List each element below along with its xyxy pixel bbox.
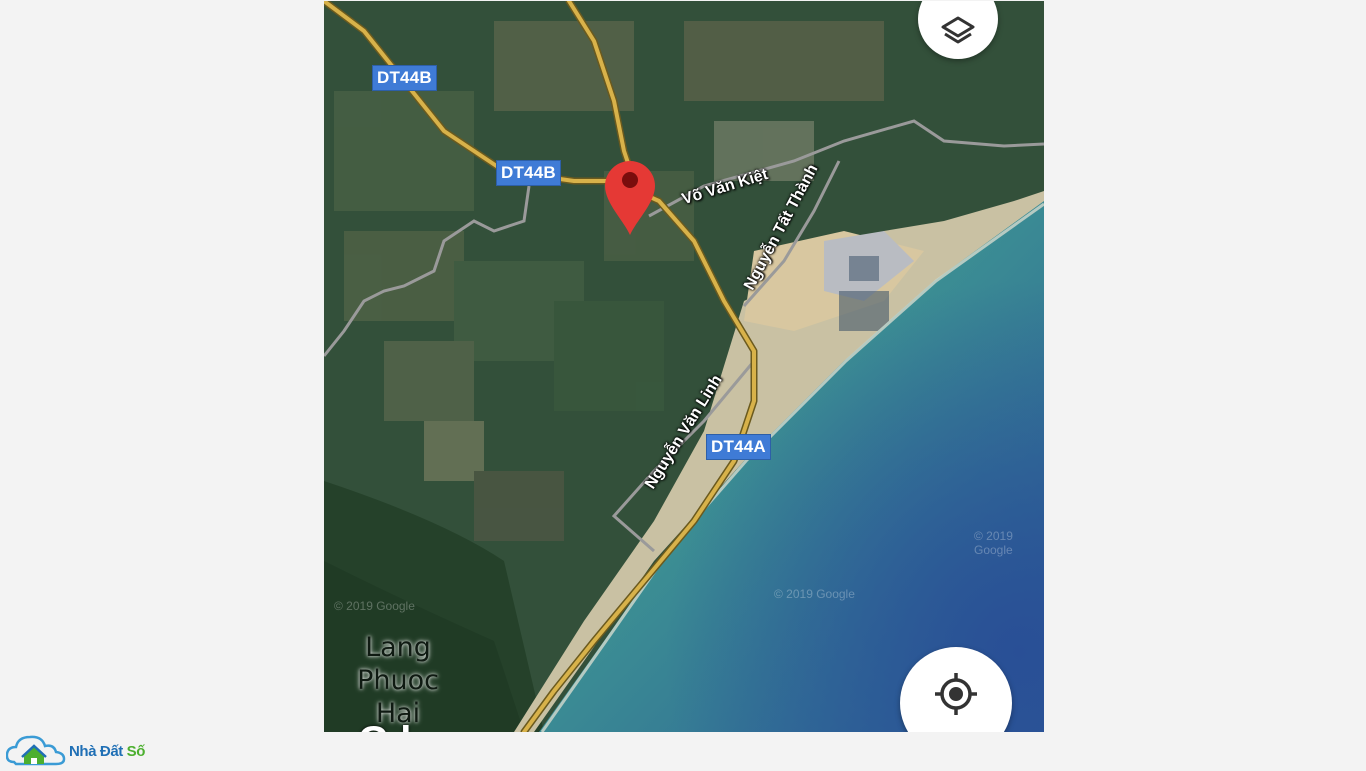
brand-logo[interactable]: Nhà Đất Số bbox=[5, 732, 145, 771]
route-shield-dt44b: DT44B bbox=[496, 160, 561, 186]
brand-name-part1: Nhà Đất bbox=[69, 742, 127, 760]
layers-icon bbox=[940, 14, 976, 55]
place-label-lang-phuoc-hai: Lang Phuoc Hai bbox=[332, 631, 464, 730]
google-logo: G l bbox=[358, 719, 411, 732]
route-shield-dt44a: DT44A bbox=[706, 434, 771, 460]
map-copyright: © 2019 Google bbox=[774, 587, 855, 601]
map-copyright: © 2019 Google bbox=[974, 529, 1013, 557]
house-cloud-icon bbox=[5, 732, 66, 771]
brand-name: Nhà Đất Số bbox=[69, 743, 145, 760]
satellite-map[interactable]: DT44B DT44B DT44A Võ Văn Kiệt Nguyễn Tất… bbox=[324, 1, 1044, 732]
place-label-line1: Lang bbox=[365, 632, 431, 663]
my-location-icon bbox=[933, 671, 979, 722]
route-shield-dt44b: DT44B bbox=[372, 65, 437, 91]
brand-name-part2: Số bbox=[126, 742, 146, 760]
map-copyright: © 2019 Google bbox=[334, 599, 415, 613]
satellite-imagery bbox=[324, 1, 1044, 732]
